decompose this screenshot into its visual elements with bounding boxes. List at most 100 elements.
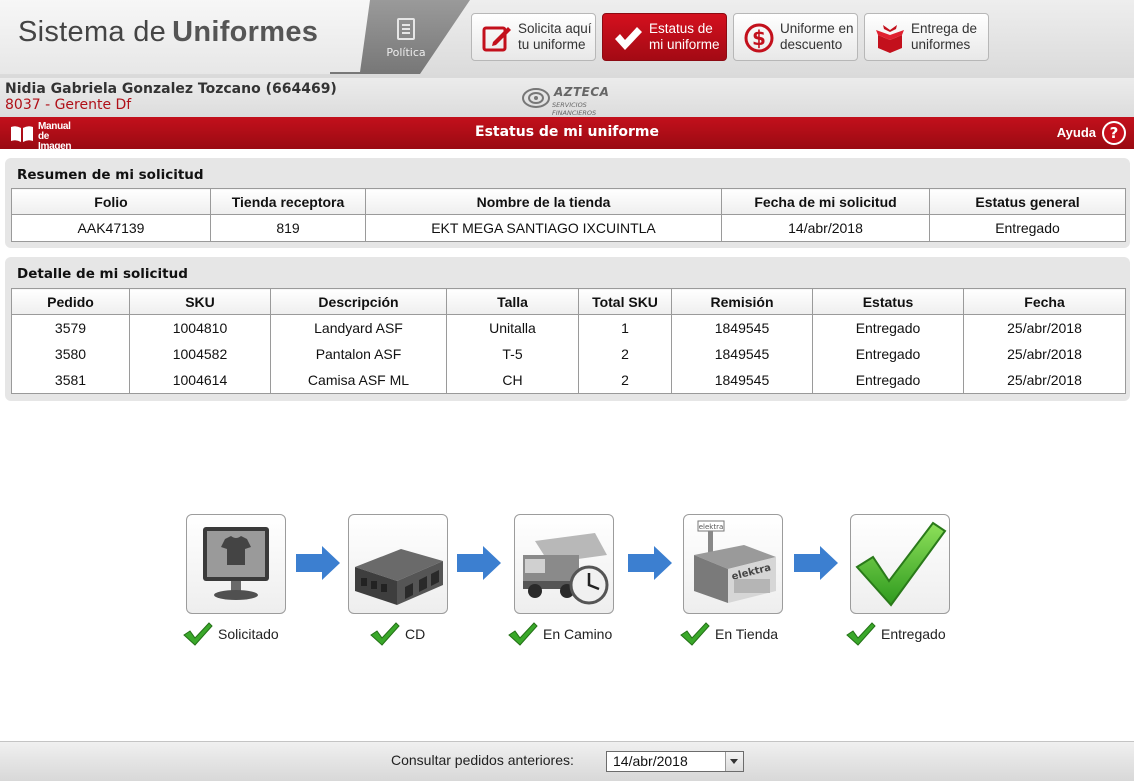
monitor-shirt-icon (203, 527, 269, 600)
check-icon (615, 27, 642, 50)
check-icon (508, 622, 538, 646)
detail-table: Pedido SKU Descripción Talla Total SKU R… (11, 288, 1126, 394)
table-row: 3580 1004582 Pantalon ASF T-5 2 1849545 … (11, 341, 1126, 367)
app-title: Sistema de Uniformes (18, 16, 318, 49)
table-row: 3579 1004810 Landyard ASF Unitalla 1 184… (11, 314, 1126, 341)
detail-cell: Entregado (812, 341, 964, 367)
nav-estatus-label: Estatus de mi uniforme (649, 21, 720, 52)
step-label-text: CD (405, 626, 426, 642)
edit-icon (482, 26, 511, 52)
gift-box-icon (876, 25, 904, 53)
summary-cell: EKT MEGA SANTIAGO IXCUINTLA (365, 214, 722, 242)
check-icon (680, 622, 710, 646)
consult-label: Consultar pedidos anteriores: (391, 752, 574, 768)
check-icon (370, 622, 400, 646)
help-label: Ayuda (1056, 125, 1096, 140)
detail-cell: 25/abr/2018 (963, 367, 1126, 394)
politica-link[interactable]: Política (370, 18, 442, 59)
detail-header-cell: Total SKU (578, 288, 672, 315)
elektra-store-icon: elektra elektra (694, 520, 776, 603)
summary-header-cell: Nombre de la tienda (365, 188, 722, 215)
detail-title: Detalle de mi solicitud (17, 266, 188, 282)
detail-cell: 3581 (11, 367, 130, 394)
detail-cell: 2 (578, 341, 672, 367)
detail-cell: 25/abr/2018 (963, 314, 1126, 341)
summary-cell: Entregado (929, 214, 1126, 242)
detail-header-cell: Pedido (11, 288, 130, 315)
user-name: Nidia Gabriela Gonzalez Tozcano (664469) (5, 81, 337, 97)
detail-panel: Detalle de mi solicitud Pedido SKU Descr… (5, 257, 1130, 401)
detail-cell: 1849545 (671, 341, 813, 367)
user-role: 8037 - Gerente Df (5, 97, 132, 113)
help-icon: ? (1102, 121, 1126, 145)
detail-cell: CH (446, 367, 579, 394)
detail-cell: 1849545 (671, 367, 813, 394)
store-sign-text: elektra (699, 523, 724, 531)
nav-solicita-label: Solicita aquí tu uniforme (518, 21, 592, 52)
summary-cell: 14/abr/2018 (721, 214, 930, 242)
step-solicitado-image (186, 514, 286, 614)
step-entregado-image (850, 514, 950, 614)
footer-bar: Consultar pedidos anteriores: 14/abr/201… (0, 741, 1134, 781)
summary-title: Resumen de mi solicitud (17, 167, 204, 183)
app-title-bold: Uniformes (172, 16, 319, 48)
step-label-text: Entregado (881, 626, 946, 642)
table-row: 3581 1004614 Camisa ASF ML CH 2 1849545 … (11, 367, 1126, 394)
detail-cell: 3579 (11, 314, 130, 341)
detail-cell: 1 (578, 314, 672, 341)
politica-label: Política (386, 46, 426, 59)
detail-cell: Landyard ASF (270, 314, 447, 341)
big-checkmark-icon (855, 521, 947, 607)
previous-orders-select[interactable]: 14/abr/2018 (606, 751, 744, 772)
nav-descuento-label: Uniforme en descuento (780, 21, 854, 52)
help-icon-glyph: ? (1104, 123, 1124, 143)
summary-header-cell: Fecha de mi solicitud (721, 188, 930, 215)
detail-cell: 1004810 (129, 314, 271, 341)
detail-cell: 1004614 (129, 367, 271, 394)
detail-cell: 2 (578, 367, 672, 394)
azteca-subtitle: SERVICIOS FINANCIEROS (552, 101, 597, 117)
detail-cell: 1849545 (671, 314, 813, 341)
detail-cell: Camisa ASF ML (270, 367, 447, 394)
detail-cell: Entregado (812, 367, 964, 394)
nav-entrega-button[interactable]: Entrega de uniformes (864, 13, 989, 61)
warehouse-icon (355, 549, 443, 605)
step-en-tienda-image: elektra elektra (683, 514, 783, 614)
title-bar: Manual de Imagen Estatus de mi uniforme … (0, 117, 1134, 152)
svg-text:$: $ (752, 26, 766, 50)
detail-header-cell: Talla (446, 288, 579, 315)
summary-table: Folio Tienda receptora Nombre de la tien… (11, 188, 1126, 242)
top-header: Sistema de Uniformes Política Solicita aq… (0, 0, 1134, 79)
check-icon (183, 622, 213, 646)
detail-cell: 25/abr/2018 (963, 341, 1126, 367)
detail-cell: Entregado (812, 314, 964, 341)
chevron-down-icon[interactable] (725, 752, 743, 771)
summary-header-cell: Estatus general (929, 188, 1126, 215)
azteca-emblem-icon (522, 88, 550, 108)
detail-header-row: Pedido SKU Descripción Talla Total SKU R… (11, 288, 1126, 315)
user-bar: Nidia Gabriela Gonzalez Tozcano (664469)… (0, 78, 1134, 117)
summary-cell: AAK47139 (11, 214, 211, 242)
detail-header-cell: SKU (129, 288, 271, 315)
azteca-logo: AZTECA SERVICIOS FINANCIEROS (520, 84, 630, 117)
nav-solicita-button[interactable]: Solicita aquí tu uniforme (471, 13, 596, 61)
detail-cell: Unitalla (446, 314, 579, 341)
truck-clock-icon (523, 533, 609, 605)
step-cd-image (348, 514, 448, 614)
detail-header-cell: Fecha (963, 288, 1126, 315)
nav-descuento-button[interactable]: $ Uniforme en descuento (733, 13, 858, 61)
step-label-text: En Camino (543, 626, 613, 642)
summary-panel: Resumen de mi solicitud Folio Tienda rec… (5, 158, 1130, 248)
summary-header-cell: Tienda receptora (210, 188, 366, 215)
arrow-right-icon (628, 546, 672, 580)
detail-header-cell: Descripción (270, 288, 447, 315)
detail-header-cell: Remisión (671, 288, 813, 315)
step-label-text: En Tienda (715, 626, 779, 642)
app-title-light: Sistema de (18, 16, 167, 48)
detail-cell: T-5 (446, 341, 579, 367)
check-icon (846, 622, 876, 646)
page-title: Estatus de mi uniforme (475, 124, 659, 140)
dollar-icon: $ (744, 23, 774, 53)
nav-estatus-button[interactable]: Estatus de mi uniforme (602, 13, 727, 61)
document-icon (397, 18, 415, 40)
